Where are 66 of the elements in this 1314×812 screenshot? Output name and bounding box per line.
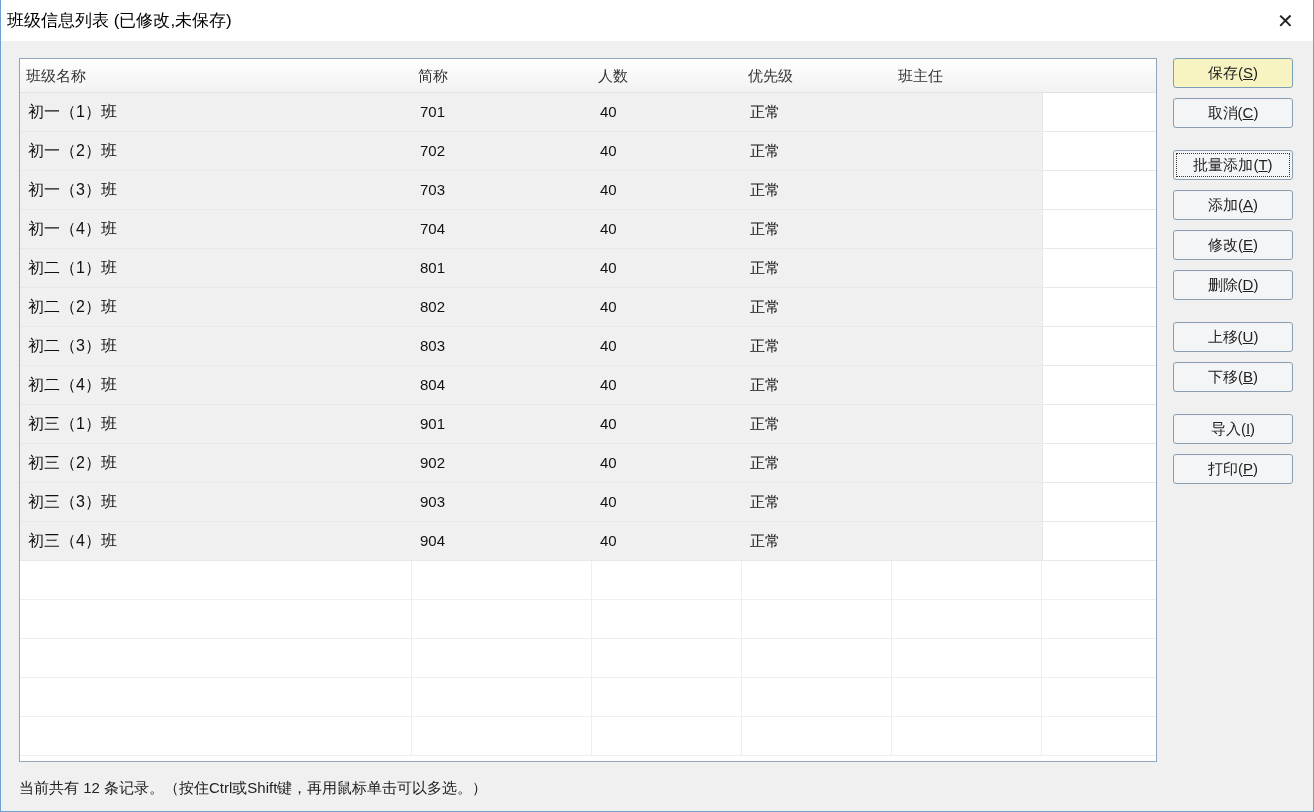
table-cell: 40 (592, 93, 742, 131)
action-button[interactable]: 添加(A) (1173, 190, 1293, 220)
table-cell: 正常 (742, 132, 892, 170)
action-button[interactable]: 修改(E) (1173, 230, 1293, 260)
table-cell: 40 (592, 288, 742, 326)
table-cell: 40 (592, 522, 742, 560)
table-cell: 初二（1）班 (20, 249, 412, 287)
table-cell: 正常 (742, 93, 892, 131)
table-cell: 40 (592, 327, 742, 365)
table-cell: 40 (592, 249, 742, 287)
action-button[interactable]: 下移(B) (1173, 362, 1293, 392)
table-cell: 正常 (742, 483, 892, 521)
column-header[interactable]: 优先级 (742, 59, 892, 92)
table-cell: 正常 (742, 171, 892, 209)
table-cell: 804 (412, 366, 592, 404)
table-cell: 正常 (742, 210, 892, 248)
table-cell: 初二（3）班 (20, 327, 412, 365)
table-cell: 703 (412, 171, 592, 209)
table-cell: 正常 (742, 288, 892, 326)
table-cell: 704 (412, 210, 592, 248)
table-cell: 903 (412, 483, 592, 521)
column-header[interactable]: 班主任 (892, 59, 1042, 92)
table-cell: 701 (412, 93, 592, 131)
table-cell: 初一（4）班 (20, 210, 412, 248)
table-cell: 正常 (742, 522, 892, 560)
table-cell: 40 (592, 444, 742, 482)
action-button[interactable]: 上移(U) (1173, 322, 1293, 352)
table-cell: 40 (592, 366, 742, 404)
table-cell: 初一（3）班 (20, 171, 412, 209)
table-cell: 801 (412, 249, 592, 287)
table-cell: 901 (412, 405, 592, 443)
action-button[interactable]: 导入(I) (1173, 414, 1293, 444)
table-cell: 初二（2）班 (20, 288, 412, 326)
table-cell: 初三（3）班 (20, 483, 412, 521)
table-cell: 702 (412, 132, 592, 170)
table-cell: 902 (412, 444, 592, 482)
action-button[interactable]: 保存(S) (1173, 58, 1293, 88)
table-cell: 904 (412, 522, 592, 560)
table-cell: 正常 (742, 444, 892, 482)
table-cell: 40 (592, 405, 742, 443)
table-cell: 初三（1）班 (20, 405, 412, 443)
table-cell: 初三（2）班 (20, 444, 412, 482)
table-cell: 40 (592, 171, 742, 209)
column-header[interactable]: 简称 (412, 59, 592, 92)
table-cell: 40 (592, 132, 742, 170)
table-cell: 初一（1）班 (20, 93, 412, 131)
status-text: 当前共有 12 条记录。（按住Ctrl或Shift键，再用鼠标单击可以多选。） (19, 779, 488, 796)
close-button[interactable]: ✕ (1273, 8, 1297, 33)
table-cell: 正常 (742, 366, 892, 404)
table-cell: 正常 (742, 405, 892, 443)
action-button[interactable]: 取消(C) (1173, 98, 1293, 128)
table-cell: 初三（4）班 (20, 522, 412, 560)
table-cell: 40 (592, 210, 742, 248)
action-button[interactable]: 批量添加(T) (1173, 150, 1293, 180)
window-title: 班级信息列表 (已修改,未保存) (7, 9, 232, 32)
table-cell: 初一（2）班 (20, 132, 412, 170)
table-cell: 802 (412, 288, 592, 326)
column-header[interactable]: 人数 (592, 59, 742, 92)
table-cell: 正常 (742, 327, 892, 365)
table-cell: 正常 (742, 249, 892, 287)
action-button[interactable]: 打印(P) (1173, 454, 1293, 484)
column-header[interactable]: 班级名称 (20, 59, 412, 92)
action-button[interactable]: 删除(D) (1173, 270, 1293, 300)
table-cell: 803 (412, 327, 592, 365)
table-cell: 初二（4）班 (20, 366, 412, 404)
table-cell: 40 (592, 483, 742, 521)
